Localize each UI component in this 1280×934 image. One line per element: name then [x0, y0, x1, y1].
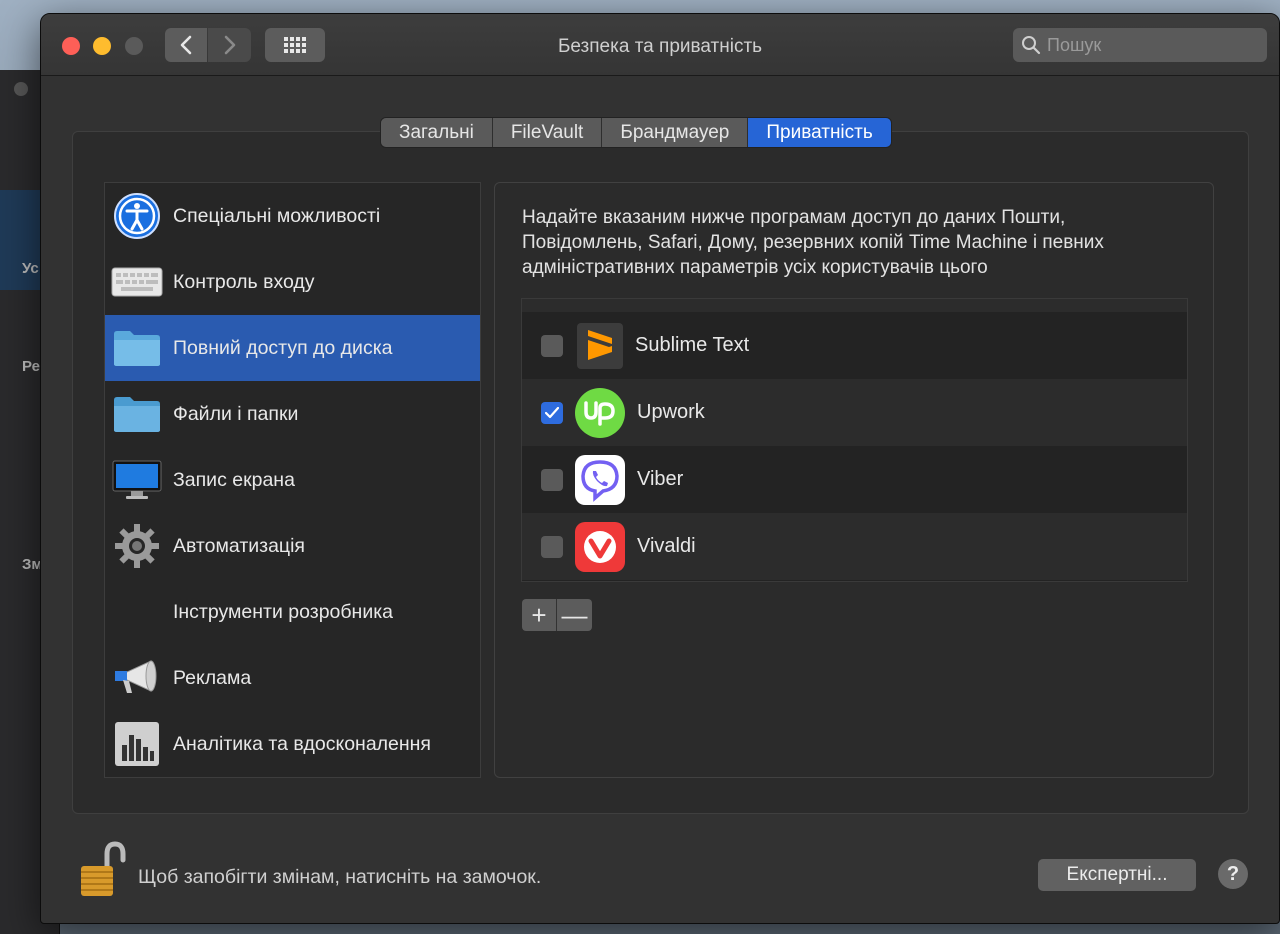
- category-label: Автоматизація: [173, 534, 305, 557]
- list-scroll-edge: [522, 299, 1187, 312]
- app-checkbox[interactable]: [541, 334, 563, 357]
- category-label: Повний доступ до диска: [173, 336, 393, 359]
- category-item-input-monitoring[interactable]: Контроль входу: [105, 249, 480, 315]
- accessibility-icon: [111, 190, 163, 242]
- app-list[interactable]: Sublime Text Upwork Viber Vivaldi: [521, 298, 1188, 582]
- app-row-vivaldi[interactable]: Vivaldi: [522, 513, 1187, 580]
- app-name: Upwork: [637, 401, 705, 423]
- chart-icon: [111, 718, 163, 770]
- app-row-upwork[interactable]: Upwork: [522, 379, 1187, 446]
- app-name: Viber: [637, 468, 684, 490]
- gear-icon: [111, 520, 163, 572]
- blank-icon: [111, 586, 163, 638]
- tab-bar: Загальні FileVault Брандмауер Приватніст…: [380, 117, 892, 148]
- remove-app-button[interactable]: —: [557, 599, 592, 631]
- category-item-accessibility[interactable]: Спеціальні можливості: [105, 183, 480, 249]
- app-checkbox[interactable]: [541, 535, 563, 558]
- background-text: Ре: [22, 358, 40, 375]
- privacy-category-list: Спеціальні можливості Контроль входу Пов…: [104, 182, 481, 778]
- category-label: Аналітика та вдосконалення: [173, 732, 431, 755]
- title-bar: Безпека та приватність: [41, 14, 1279, 76]
- category-label: Спеціальні можливості: [173, 204, 381, 227]
- add-app-button[interactable]: +: [522, 599, 557, 631]
- checkmark-icon: [545, 406, 559, 418]
- help-button[interactable]: ?: [1218, 859, 1248, 889]
- unlocked-padlock-icon: [81, 841, 126, 896]
- tab-general[interactable]: Загальні: [381, 118, 493, 147]
- tab-filevault[interactable]: FileVault: [492, 118, 603, 147]
- category-item-screen-recording[interactable]: Запис екрана: [105, 447, 480, 513]
- category-item-automation[interactable]: Автоматизація: [105, 513, 480, 579]
- lock-hint-text: Щоб запобігти змінам, натисніть на замоч…: [138, 866, 542, 888]
- folder-icon: [111, 322, 163, 374]
- preferences-window: Безпека та приватність Загальні FileVaul…: [40, 13, 1280, 924]
- advanced-button[interactable]: Експертні...: [1038, 859, 1196, 891]
- category-item-files-and-folders[interactable]: Файли і папки: [105, 381, 480, 447]
- app-row-sublime-text[interactable]: Sublime Text: [522, 312, 1187, 379]
- category-item-analytics[interactable]: Аналітика та вдосконалення: [105, 711, 480, 777]
- full-disk-access-panel: Надайте вказаним нижче програмам доступ …: [494, 182, 1214, 778]
- search-input[interactable]: [1047, 34, 1247, 56]
- vivaldi-icon: [575, 521, 625, 572]
- search-icon: [1022, 36, 1041, 55]
- app-row-viber[interactable]: Viber: [522, 446, 1187, 513]
- access-description: Надайте вказаним нижче програмам доступ …: [522, 207, 1104, 278]
- tab-privacy[interactable]: Приватність: [748, 118, 891, 147]
- sublime-text-icon: [577, 322, 623, 369]
- tab-firewall[interactable]: Брандмауер: [602, 118, 749, 147]
- category-label: Контроль входу: [173, 270, 315, 293]
- lock-button[interactable]: [77, 840, 127, 900]
- keyboard-icon: [111, 256, 163, 308]
- category-item-advertising[interactable]: Реклама: [105, 645, 480, 711]
- add-remove-control: + —: [522, 599, 592, 631]
- background-window-dot: [14, 82, 28, 96]
- app-checkbox[interactable]: [541, 468, 563, 491]
- viber-icon: [575, 454, 625, 505]
- category-item-developer-tools[interactable]: Інструменти розробника: [105, 579, 480, 645]
- search-field[interactable]: [1013, 28, 1267, 62]
- app-name: Vivaldi: [637, 535, 696, 557]
- upwork-icon: [575, 387, 625, 438]
- megaphone-icon: [111, 652, 163, 704]
- app-checkbox[interactable]: [541, 401, 563, 424]
- folder-icon: [111, 388, 163, 440]
- category-label: Реклама: [173, 666, 252, 689]
- monitor-icon: [111, 454, 163, 506]
- category-label: Інструменти розробника: [173, 600, 394, 623]
- category-item-full-disk-access[interactable]: Повний доступ до диска: [105, 315, 480, 381]
- category-label: Файли і папки: [173, 402, 299, 425]
- app-name: Sublime Text: [635, 334, 750, 356]
- background-text: Ус: [22, 260, 39, 277]
- category-label: Запис екрана: [173, 468, 295, 491]
